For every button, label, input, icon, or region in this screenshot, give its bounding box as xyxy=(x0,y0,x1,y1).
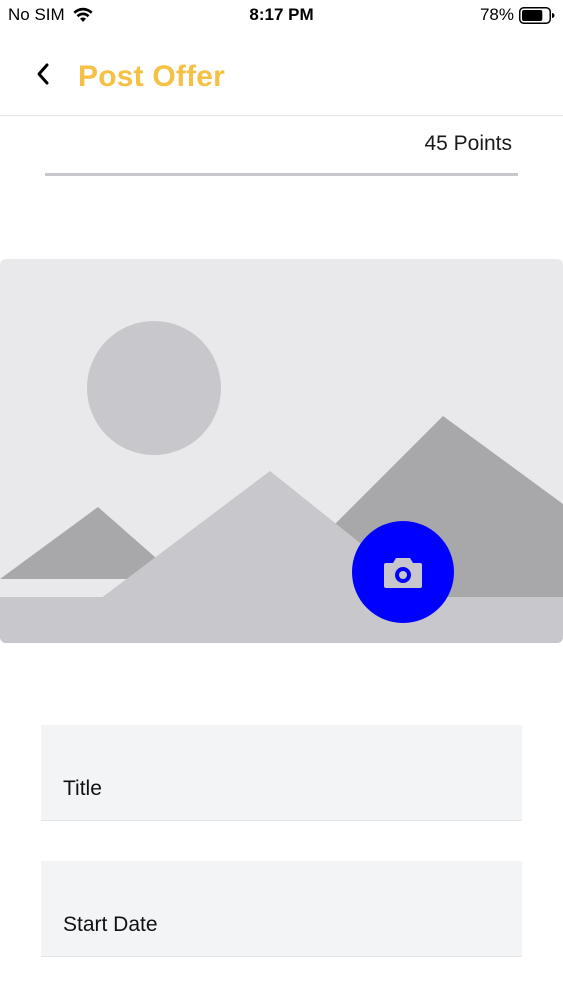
status-right: 78% xyxy=(480,5,555,25)
post-offer-screen: No SIM 8:17 PM 78% Post Offer 45 Points … xyxy=(0,0,563,1000)
image-placeholder[interactable] xyxy=(0,259,563,643)
title-field[interactable]: Title xyxy=(41,725,522,821)
back-button[interactable] xyxy=(28,58,58,90)
camera-button[interactable] xyxy=(352,521,454,623)
camera-icon xyxy=(384,558,422,588)
page-title: Post Offer xyxy=(78,60,226,93)
title-label: Title xyxy=(63,777,102,800)
image-placeholder-icon xyxy=(0,321,563,643)
status-time: 8:17 PM xyxy=(249,5,314,24)
battery-percent: 78% xyxy=(479,5,514,24)
battery-icon xyxy=(519,6,555,24)
points-label: 45 Points xyxy=(424,132,512,155)
status-bar: No SIM 8:17 PM 78% xyxy=(0,0,563,32)
navigation-bar: Post Offer xyxy=(0,32,563,116)
start-date-label: Start Date xyxy=(63,913,158,936)
chevron-left-icon xyxy=(37,63,49,85)
start-date-field[interactable]: Start Date xyxy=(41,861,522,957)
points-row: 45 Points xyxy=(45,116,518,176)
